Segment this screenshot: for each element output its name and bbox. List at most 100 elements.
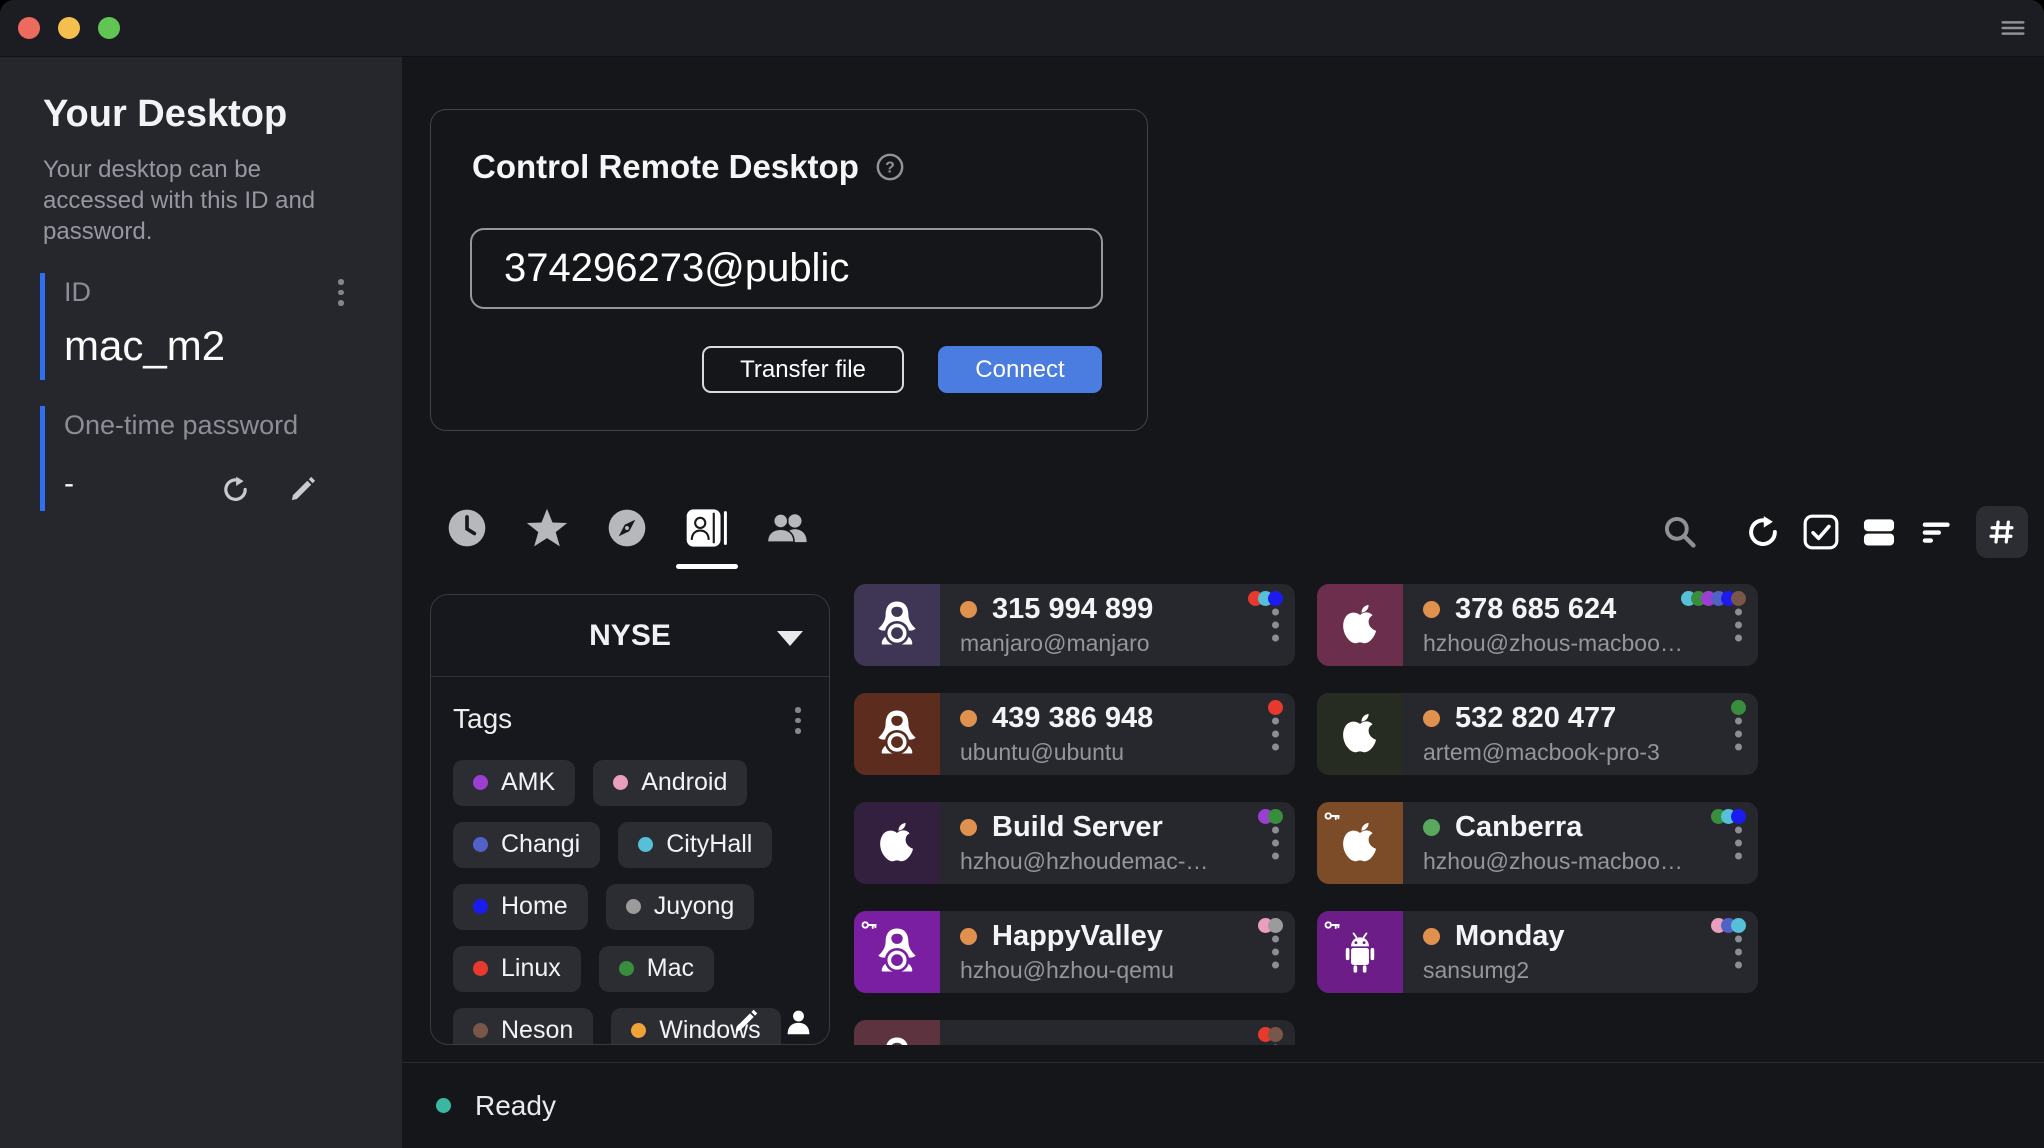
transfer-file-button[interactable]: Transfer file [702, 346, 904, 393]
tab-discovered[interactable] [596, 506, 658, 569]
device-username: hzhou@hzhou-qemu [960, 957, 1295, 984]
tab-underline [676, 564, 738, 569]
connect-button[interactable]: Connect [938, 346, 1102, 393]
refresh-password-icon[interactable] [220, 474, 251, 505]
device-card[interactable] [854, 1020, 1295, 1045]
tabs-toolbar-row [436, 506, 2028, 569]
search-icon [1661, 513, 1699, 551]
device-name: HappyValley [992, 920, 1163, 953]
id-label: ID [64, 277, 366, 308]
clock-icon [445, 506, 489, 550]
device-card[interactable]: HappyValley hzhou@hzhou-qemu [854, 911, 1295, 993]
tag-label: Neson [501, 1016, 573, 1045]
people-icon [765, 506, 809, 550]
tag-chip-linux[interactable]: Linux [453, 946, 581, 992]
tag-label: Android [641, 768, 727, 797]
edit-password-icon[interactable] [287, 474, 318, 505]
device-name: 378 685 624 [1455, 593, 1616, 626]
device-avatar [854, 911, 940, 993]
device-tag-dots [1736, 700, 1746, 715]
tag-chip-android[interactable]: Android [593, 760, 747, 806]
multi-select-button[interactable] [1802, 513, 1840, 551]
control-remote-desktop-title: Control Remote Desktop [472, 148, 859, 186]
address-book-icon [685, 506, 729, 550]
device-avatar [854, 802, 940, 884]
tag-chip-cityhall[interactable]: CityHall [618, 822, 772, 868]
tag-chip-amk[interactable]: AMK [453, 760, 575, 806]
address-book-actions [731, 1007, 813, 1036]
tab-underline [436, 564, 498, 569]
device-username: ubuntu@ubuntu [960, 739, 1295, 766]
device-menu-button[interactable] [1735, 609, 1742, 642]
search-button[interactable] [1661, 513, 1699, 551]
remote-id-input[interactable] [470, 228, 1103, 309]
linux-logo-icon [871, 708, 923, 760]
maximize-button[interactable] [98, 17, 120, 39]
id-menu-button[interactable] [330, 275, 352, 310]
card-view-button[interactable] [1860, 513, 1898, 551]
filter-by-tag-button[interactable] [1976, 506, 2028, 558]
device-menu-button[interactable] [1735, 827, 1742, 860]
tag-chip-changi[interactable]: Changi [453, 822, 600, 868]
status-text: Ready [475, 1090, 556, 1122]
connection-status-dot [436, 1098, 451, 1113]
sort-button[interactable] [1918, 513, 1956, 551]
device-card[interactable]: 532 820 477artem@macbook-pro-3 [1317, 693, 1758, 775]
sidebar-description: Your desktop can be accessed with this I… [43, 154, 355, 247]
status-dot [1423, 928, 1440, 945]
tag-color-dot [473, 961, 488, 976]
tag-label: Mac [647, 954, 694, 983]
tag-label: Changi [501, 830, 580, 859]
nav-tabs [436, 506, 818, 569]
status-dot [1423, 601, 1440, 618]
device-tag-dots [1263, 809, 1283, 824]
device-card[interactable]: Mondaysansumg2 [1317, 911, 1758, 993]
device-menu-button[interactable] [1735, 936, 1742, 969]
close-button[interactable] [18, 17, 40, 39]
device-name: Monday [1455, 920, 1565, 953]
device-menu-button[interactable] [1272, 827, 1279, 860]
id-value: mac_m2 [64, 322, 366, 370]
device-card[interactable]: 439 386 948ubuntu@ubuntu [854, 693, 1295, 775]
device-card[interactable]: 378 685 624hzhou@zhous-macbook-... [1317, 584, 1758, 666]
device-menu-button[interactable] [1272, 718, 1279, 751]
device-tag-dots [1263, 1027, 1283, 1042]
sidebar: Your Desktop Your desktop can be accesse… [0, 57, 402, 1148]
help-icon[interactable] [875, 152, 905, 182]
apple-logo-icon [874, 816, 920, 870]
tag-chip-mac[interactable]: Mac [599, 946, 714, 992]
tab-favorites[interactable] [516, 506, 578, 569]
tag-chip-neson[interactable]: Neson [453, 1008, 593, 1046]
device-avatar [1317, 693, 1403, 775]
device-card[interactable]: Build Serverhzhou@hzhoudemac-mini [854, 802, 1295, 884]
apple-logo-icon [1337, 598, 1383, 652]
tags-menu-button[interactable] [787, 703, 809, 738]
hamburger-menu-icon[interactable] [1998, 13, 2028, 43]
tag-chip-juyong[interactable]: Juyong [606, 884, 755, 930]
tag-chip-home[interactable]: Home [453, 884, 588, 930]
add-person-button[interactable] [784, 1007, 813, 1036]
device-menu-button[interactable] [1735, 718, 1742, 751]
device-card[interactable]: Canberrahzhou@zhous-macbook-... [1317, 802, 1758, 884]
edit-tag-button[interactable] [731, 1007, 760, 1036]
status-dot [1423, 819, 1440, 836]
device-menu-button[interactable] [1272, 936, 1279, 969]
tab-recent-sessions[interactable] [436, 506, 498, 569]
device-menu-button[interactable] [1272, 1045, 1279, 1046]
device-menu-button[interactable] [1272, 609, 1279, 642]
password-value: - [64, 467, 366, 501]
device-avatar [1317, 584, 1403, 666]
refresh-button[interactable] [1744, 513, 1782, 551]
tab-underline [516, 564, 578, 569]
tab-group[interactable] [756, 506, 818, 569]
tab-address-book[interactable] [676, 506, 738, 569]
id-section: ID mac_m2 [40, 273, 366, 380]
refresh-icon [1744, 513, 1782, 551]
device-username: manjaro@manjaro [960, 630, 1295, 657]
device-grid[interactable]: 315 994 899manjaro@manjaro378 685 624hzh… [854, 584, 1758, 1045]
linux-logo-icon [871, 599, 923, 651]
address-book-selector[interactable]: NYSE [431, 595, 829, 677]
minimize-button[interactable] [58, 17, 80, 39]
device-card[interactable]: 315 994 899manjaro@manjaro [854, 584, 1295, 666]
tag-color-dot [473, 1023, 488, 1038]
